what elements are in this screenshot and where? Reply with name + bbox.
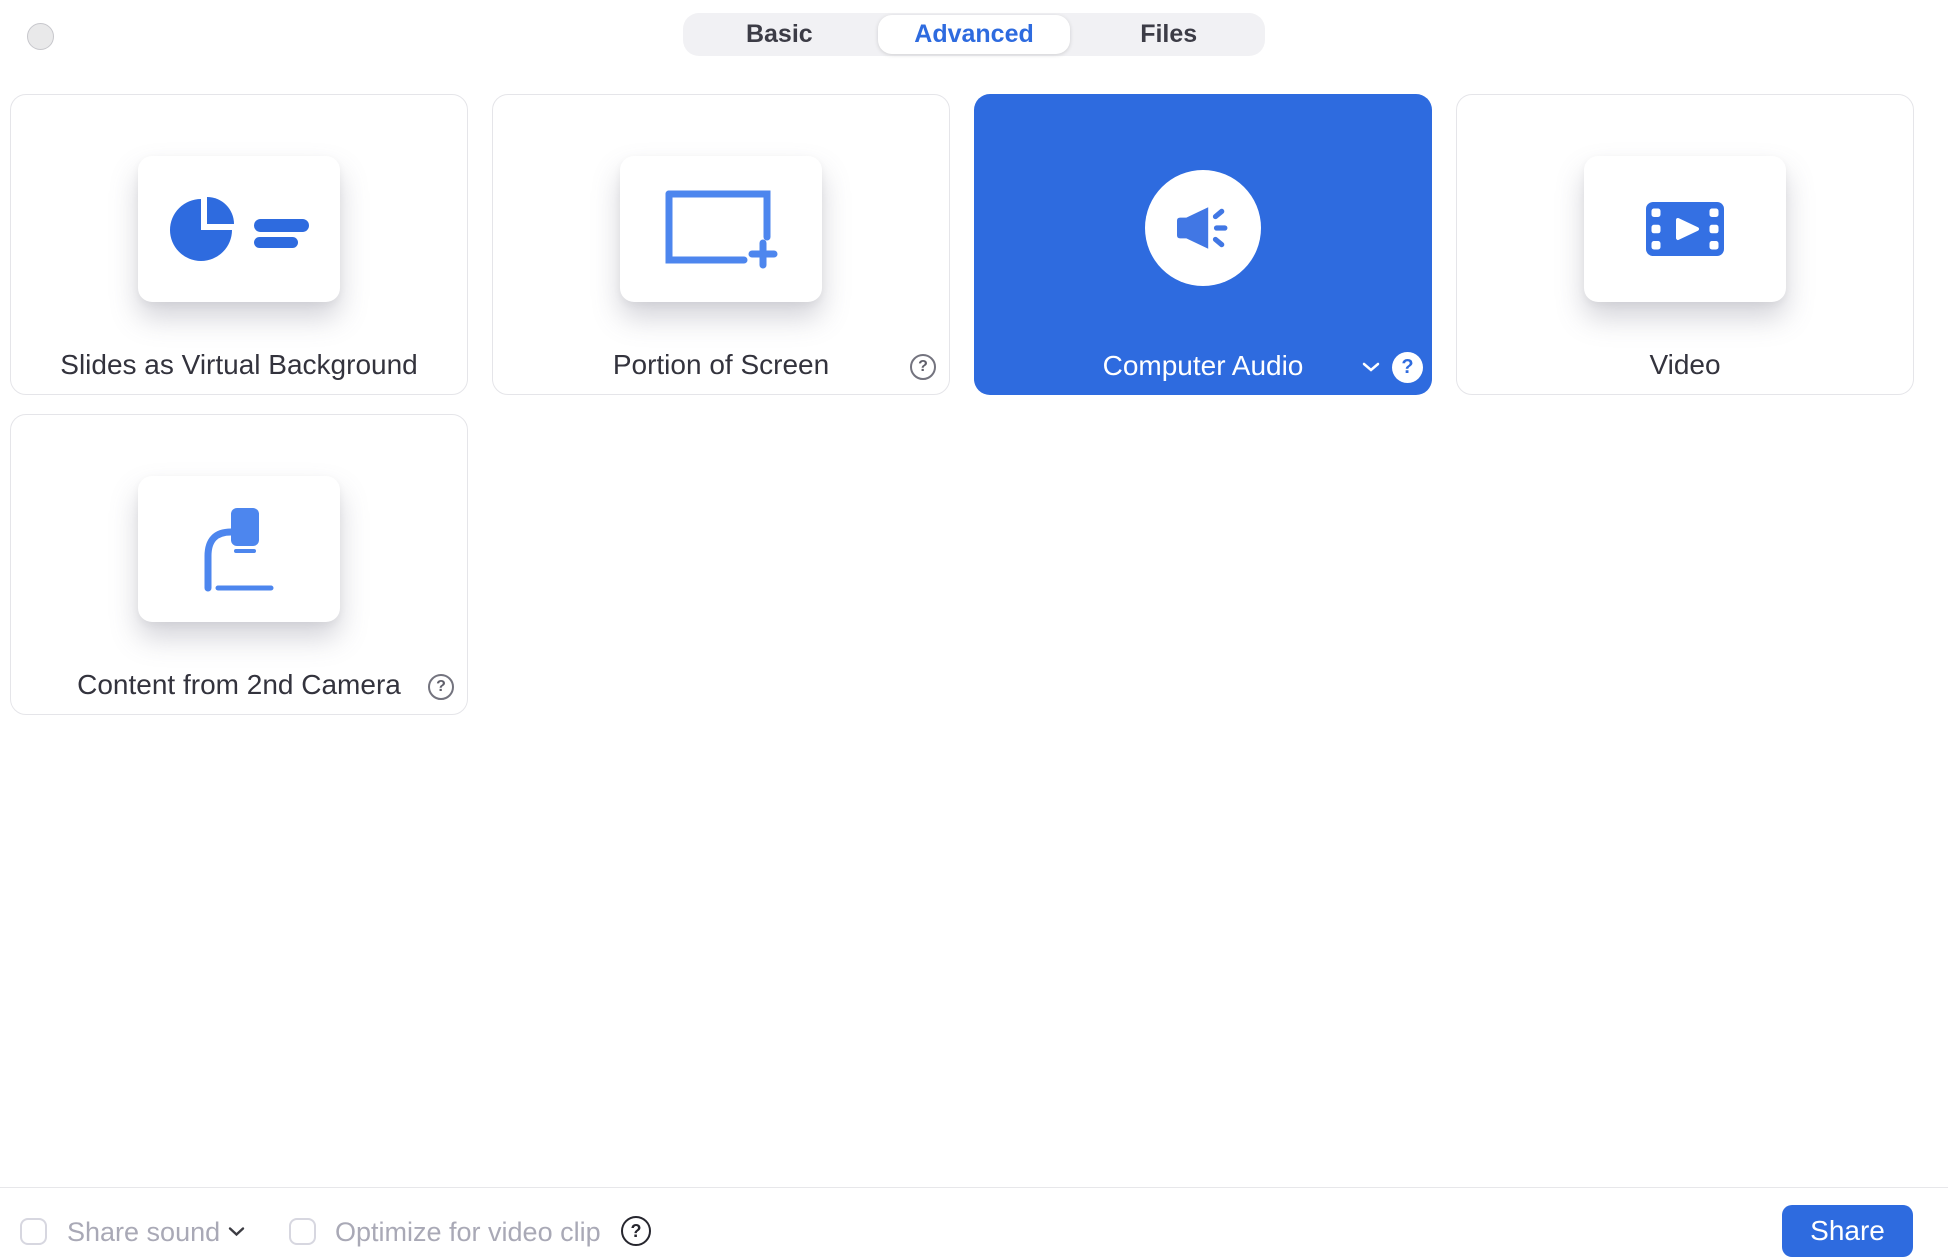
card-content-from-2nd-camera[interactable]: Content from 2nd Camera ? bbox=[10, 414, 468, 715]
optimize-video-checkbox[interactable] bbox=[289, 1218, 316, 1245]
window-close-button[interactable] bbox=[27, 23, 54, 50]
optimize-help-icon[interactable]: ? bbox=[621, 1216, 651, 1246]
share-sound-checkbox[interactable] bbox=[20, 1218, 47, 1245]
card-label: Portion of Screen bbox=[612, 349, 830, 380]
card-portion-of-screen[interactable]: Portion of Screen ? bbox=[492, 94, 950, 395]
tab-advanced[interactable]: Advanced bbox=[877, 15, 1071, 54]
screen-portion-plus-icon bbox=[664, 189, 778, 269]
share-options-grid: Slides as Virtual Background Portion of … bbox=[10, 94, 1914, 715]
card-label: Video bbox=[1649, 349, 1721, 380]
card-computer-audio[interactable]: Computer Audio ? bbox=[974, 94, 1432, 395]
share-button[interactable]: Share bbox=[1782, 1205, 1913, 1257]
card-slides-as-virtual-background[interactable]: Slides as Virtual Background bbox=[10, 94, 468, 395]
card-video[interactable]: Video bbox=[1456, 94, 1914, 395]
share-sound-chevron-down-icon[interactable] bbox=[228, 1226, 245, 1237]
film-strip-play-icon bbox=[1646, 202, 1724, 256]
video-tile bbox=[1584, 156, 1786, 302]
help-icon[interactable]: ? bbox=[428, 674, 454, 700]
tab-basic[interactable]: Basic bbox=[683, 13, 876, 56]
slides-virtual-background-tile bbox=[138, 156, 340, 302]
help-icon[interactable]: ? bbox=[910, 354, 936, 380]
optimize-video-label[interactable]: Optimize for video clip bbox=[335, 1216, 601, 1248]
content-2nd-camera-tile bbox=[138, 476, 340, 622]
pie-presentation-icon bbox=[169, 197, 309, 261]
tab-files[interactable]: Files bbox=[1072, 13, 1265, 56]
document-camera-icon bbox=[203, 506, 275, 592]
chevron-down-icon[interactable] bbox=[1362, 361, 1380, 373]
help-icon[interactable]: ? bbox=[1392, 352, 1423, 383]
share-sound-label[interactable]: Share sound bbox=[67, 1216, 220, 1248]
computer-audio-circle bbox=[1145, 170, 1261, 286]
share-mode-tabs: Basic Advanced Files bbox=[683, 13, 1265, 56]
card-label: Slides as Virtual Background bbox=[60, 349, 418, 380]
speaker-sound-icon bbox=[1177, 207, 1229, 249]
card-label: Content from 2nd Camera bbox=[77, 669, 401, 700]
portion-of-screen-tile bbox=[620, 156, 822, 302]
